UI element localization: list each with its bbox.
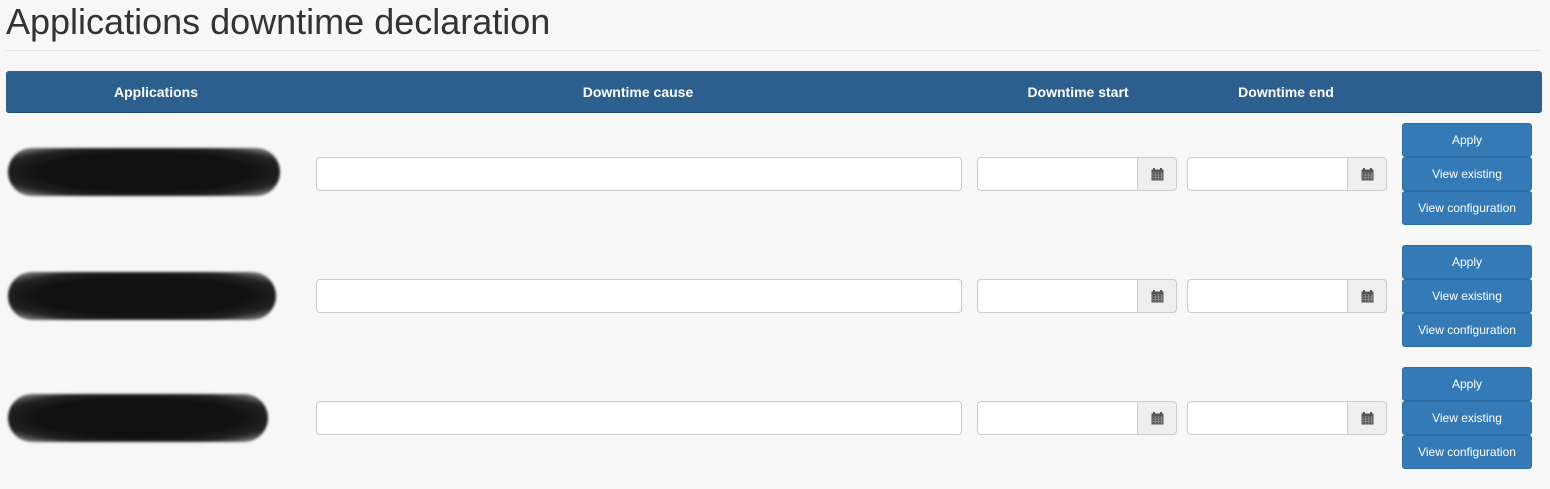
downtime-end-calendar-button[interactable] (1347, 401, 1387, 435)
view-existing-button[interactable]: View existing (1402, 157, 1532, 191)
downtime-end-picker (1187, 279, 1387, 313)
table-header: Applications Downtime cause Downtime sta… (6, 71, 1542, 113)
header-downtime-cause: Downtime cause (582, 84, 694, 100)
downtime-end-picker (1187, 401, 1387, 435)
downtime-start-picker (977, 401, 1177, 435)
apply-button[interactable]: Apply (1402, 245, 1532, 279)
redacted-application-name (8, 148, 280, 196)
table-row: Apply View existing View configuration (0, 244, 1550, 354)
apply-button[interactable]: Apply (1402, 123, 1532, 157)
calendar-icon (1151, 289, 1163, 302)
calendar-icon (1151, 167, 1163, 180)
downtime-start-picker (977, 157, 1177, 191)
downtime-start-calendar-button[interactable] (1137, 157, 1177, 191)
downtime-cause-input[interactable] (316, 279, 962, 313)
downtime-start-picker (977, 279, 1177, 313)
redacted-application-name (8, 272, 276, 320)
title-divider (6, 50, 1541, 51)
calendar-icon (1361, 411, 1373, 424)
downtime-start-calendar-button[interactable] (1137, 401, 1177, 435)
view-configuration-button[interactable]: View configuration (1402, 313, 1532, 347)
view-existing-button[interactable]: View existing (1402, 401, 1532, 435)
downtime-cause-input[interactable] (316, 401, 962, 435)
header-downtime-end: Downtime end (1238, 84, 1334, 100)
downtime-end-calendar-button[interactable] (1347, 279, 1387, 313)
downtime-end-input[interactable] (1187, 279, 1348, 313)
downtime-end-picker (1187, 157, 1387, 191)
header-downtime-start: Downtime start (1027, 84, 1129, 100)
apply-button[interactable]: Apply (1402, 367, 1532, 401)
calendar-icon (1151, 411, 1163, 424)
redacted-application-name (8, 394, 268, 442)
table-row: Apply View existing View configuration (0, 122, 1550, 232)
view-existing-button[interactable]: View existing (1402, 279, 1532, 313)
downtime-end-input[interactable] (1187, 401, 1348, 435)
downtime-end-calendar-button[interactable] (1347, 157, 1387, 191)
downtime-start-input[interactable] (977, 401, 1138, 435)
downtime-start-input[interactable] (977, 279, 1138, 313)
table-row: Apply View existing View configuration (0, 366, 1550, 476)
downtime-end-input[interactable] (1187, 157, 1348, 191)
header-applications: Applications (113, 84, 198, 100)
downtime-cause-input[interactable] (316, 157, 962, 191)
page-title: Applications downtime declaration (6, 1, 551, 42)
calendar-icon (1361, 167, 1373, 180)
calendar-icon (1361, 289, 1373, 302)
view-configuration-button[interactable]: View configuration (1402, 191, 1532, 225)
view-configuration-button[interactable]: View configuration (1402, 435, 1532, 469)
downtime-start-calendar-button[interactable] (1137, 279, 1177, 313)
downtime-start-input[interactable] (977, 157, 1138, 191)
